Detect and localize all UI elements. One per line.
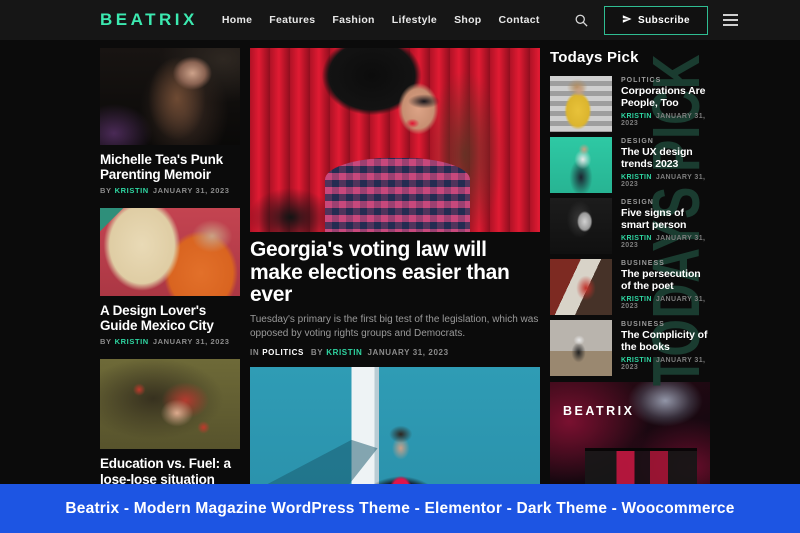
menu-icon[interactable] <box>723 14 738 26</box>
site-header: BEATRIX Home Features Fashion Lifestyle … <box>0 0 800 40</box>
featured-image[interactable] <box>250 48 540 232</box>
author-link[interactable]: KRISTIN <box>621 296 652 303</box>
pick-title[interactable]: Corporations Are People, Too <box>621 86 710 110</box>
subscribe-label: Subscribe <box>638 15 690 26</box>
nav-item-home[interactable]: Home <box>222 14 252 26</box>
pick-thumbnail[interactable] <box>550 198 612 254</box>
pick-title[interactable]: Five signs of smart person <box>621 208 710 232</box>
pick-item[interactable]: POLITICS Corporations Are People, Too KR… <box>550 76 710 132</box>
nav-item-contact[interactable]: Contact <box>499 14 540 26</box>
search-icon[interactable] <box>574 13 589 28</box>
author-link[interactable]: KRISTIN <box>621 113 652 120</box>
article-card: Michelle Tea's Punk Parenting Memoir BYK… <box>100 48 240 195</box>
pick-thumbnail[interactable] <box>550 320 612 376</box>
todays-pick-sidebar: Todays Pick POLITICS Corporations Are Pe… <box>550 48 710 486</box>
article-date: JANUARY 31, 2023 <box>153 337 230 346</box>
header-actions: Subscribe <box>574 6 738 35</box>
main-nav: Home Features Fashion Lifestyle Shop Con… <box>222 14 540 26</box>
featured-title[interactable]: Georgia's voting law will make elections… <box>250 239 540 307</box>
theme-promo-text: Beatrix - Modern Magazine WordPress Them… <box>65 500 734 518</box>
pick-item[interactable]: DESIGN Five signs of smart person KRISTI… <box>550 198 710 254</box>
pick-text: POLITICS Corporations Are People, Too KR… <box>621 76 710 132</box>
article-meta: BYKRISTIN JANUARY 31, 2023 <box>100 186 240 195</box>
article-title[interactable]: A Design Lover's Guide Mexico City <box>100 303 240 333</box>
article-image-education[interactable] <box>100 359 240 449</box>
pick-category[interactable]: POLITICS <box>621 77 710 84</box>
article-image-singer[interactable] <box>100 48 240 145</box>
pick-meta: KRISTINJANUARY 31, 2023 <box>621 235 710 249</box>
pick-meta: KRISTINJANUARY 31, 2023 <box>621 357 710 371</box>
article-image-design-guide[interactable] <box>100 208 240 296</box>
page: BEATRIX Home Features Fashion Lifestyle … <box>0 0 800 533</box>
pick-thumbnail[interactable] <box>550 137 612 193</box>
pick-title[interactable]: The Complicity of the books <box>621 330 710 354</box>
pick-title[interactable]: The persecution of the poet <box>621 269 710 293</box>
pick-item[interactable]: DESIGN The UX design trends 2023 KRISTIN… <box>550 137 710 193</box>
pick-text: BUSINESS The persecution of the poet KRI… <box>621 259 710 315</box>
author-link[interactable]: KRISTIN <box>115 337 149 346</box>
pick-thumbnail[interactable] <box>550 259 612 315</box>
author-link[interactable]: KRISTIN <box>115 186 149 195</box>
pick-item[interactable]: BUSINESS The Complicity of the books KRI… <box>550 320 710 376</box>
pick-text: BUSINESS The Complicity of the books KRI… <box>621 320 710 376</box>
pick-title[interactable]: The UX design trends 2023 <box>621 147 710 171</box>
nav-item-fashion[interactable]: Fashion <box>332 14 374 26</box>
pick-meta: KRISTINJANUARY 31, 2023 <box>621 113 710 127</box>
nav-item-lifestyle[interactable]: Lifestyle <box>392 14 437 26</box>
article-date: JANUARY 31, 2023 <box>367 348 448 357</box>
by-label: BY <box>100 337 112 346</box>
promo-logo-text: BEATRIX <box>563 404 634 418</box>
by-label: BY <box>311 348 323 357</box>
sidebar-heading: Todays Pick <box>550 49 710 66</box>
article-title[interactable]: Michelle Tea's Punk Parenting Memoir <box>100 152 240 182</box>
theme-promo-banner: Beatrix - Modern Magazine WordPress Them… <box>0 484 800 533</box>
pick-category[interactable]: BUSINESS <box>621 321 710 328</box>
author-link[interactable]: KRISTIN <box>621 357 652 364</box>
category-link[interactable]: POLITICS <box>262 348 304 357</box>
article-card: Education vs. Fuel: a lose-lose situatio… <box>100 359 240 499</box>
in-label: IN <box>250 348 259 357</box>
pick-category[interactable]: DESIGN <box>621 199 710 206</box>
by-label: BY <box>100 186 112 195</box>
site-logo[interactable]: BEATRIX <box>100 10 198 30</box>
featured-excerpt: Tuesday's primary is the first big test … <box>250 313 540 341</box>
pick-item[interactable]: BUSINESS The persecution of the poet KRI… <box>550 259 710 315</box>
send-icon <box>622 14 632 27</box>
featured-column: Georgia's voting law will make elections… <box>250 48 540 507</box>
article-date: JANUARY 31, 2023 <box>153 186 230 195</box>
pick-thumbnail[interactable] <box>550 76 612 132</box>
pick-category[interactable]: DESIGN <box>621 138 710 145</box>
author-link[interactable]: KRISTIN <box>621 235 652 242</box>
article-title[interactable]: Education vs. Fuel: a lose-lose situatio… <box>100 456 240 486</box>
article-card: A Design Lover's Guide Mexico City BYKRI… <box>100 208 240 346</box>
featured-meta: INPOLITICS BYKRISTIN JANUARY 31, 2023 <box>250 348 540 357</box>
author-link[interactable]: KRISTIN <box>326 348 362 357</box>
pick-text: DESIGN The UX design trends 2023 KRISTIN… <box>621 137 710 193</box>
pick-text: DESIGN Five signs of smart person KRISTI… <box>621 198 710 254</box>
pick-meta: KRISTINJANUARY 31, 2023 <box>621 296 710 310</box>
left-column: Michelle Tea's Punk Parenting Memoir BYK… <box>100 48 240 513</box>
subscribe-button[interactable]: Subscribe <box>604 6 708 35</box>
promo-banner[interactable]: BEATRIX <box>550 382 710 486</box>
pick-category[interactable]: BUSINESS <box>621 260 710 267</box>
article-meta: BYKRISTIN JANUARY 31, 2023 <box>100 337 240 346</box>
author-link[interactable]: KRISTIN <box>621 174 652 181</box>
nav-item-shop[interactable]: Shop <box>454 14 481 26</box>
pick-meta: KRISTINJANUARY 31, 2023 <box>621 174 710 188</box>
nav-item-features[interactable]: Features <box>269 14 315 26</box>
